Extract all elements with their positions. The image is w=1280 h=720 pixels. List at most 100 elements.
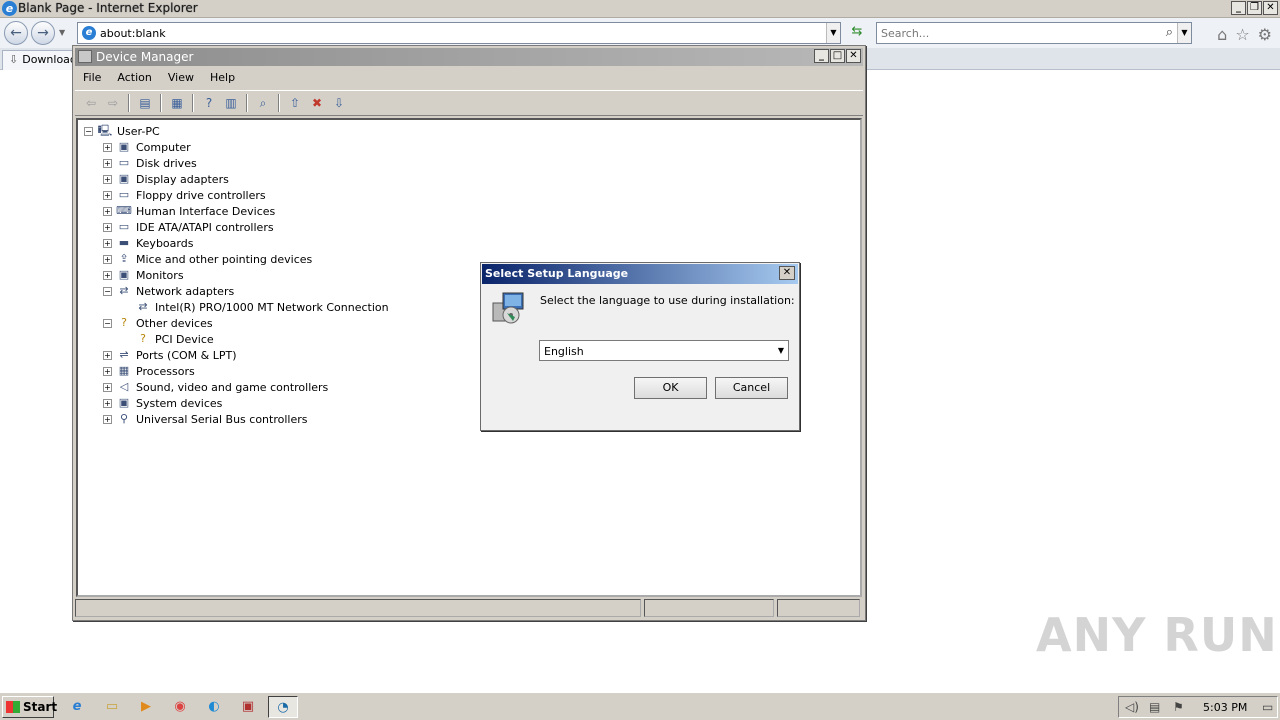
volume-icon[interactable]: ◁) (1125, 700, 1139, 714)
tree-node[interactable]: + ▣ Display adapters (103, 171, 229, 187)
tree-node[interactable]: + ◁ Sound, video and game controllers (103, 379, 328, 395)
ok-button[interactable]: OK (634, 377, 707, 399)
expand-icon[interactable]: + (103, 158, 112, 168)
restore-button[interactable]: ❐ (1247, 1, 1262, 15)
media-player-icon[interactable]: ▶ (131, 696, 161, 718)
tab-label: Download (22, 53, 77, 66)
clock[interactable]: 5:03 PM (1203, 701, 1247, 714)
minimize-button[interactable]: _ (1231, 1, 1246, 15)
tree-node-label: Universal Serial Bus controllers (136, 412, 308, 426)
menu-action[interactable]: Action (109, 68, 159, 88)
language-select[interactable]: English ▼ (539, 340, 789, 361)
search-box[interactable]: Search... ⌕ ▼ (876, 22, 1192, 44)
expand-icon[interactable]: + (103, 222, 112, 232)
tree-node[interactable]: −? Other devices (103, 315, 213, 331)
expand-icon[interactable]: + (103, 238, 112, 248)
dialog-title-bar: Select Setup Language ✕ (482, 264, 798, 284)
tree-node[interactable]: + ▦ Processors (103, 363, 195, 379)
tree-node[interactable]: + ▭ Floppy drive controllers (103, 187, 266, 203)
action-center-flag-icon[interactable]: ⚑ (1173, 700, 1184, 714)
chevron-down-icon[interactable]: ▼ (778, 346, 784, 355)
tab-download[interactable]: ⇩ Download (2, 50, 82, 70)
tree-node[interactable]: + ⇌ Ports (COM & LPT) (103, 347, 237, 363)
installer-icon (492, 292, 524, 324)
setup-taskbar-icon[interactable]: ◔ (268, 696, 298, 718)
dm-close-button[interactable]: ✕ (846, 49, 861, 63)
tree-node[interactable]: − 🖳 User-PC (84, 123, 160, 139)
device-manager-taskbar-icon[interactable]: ▣ (233, 696, 263, 718)
cancel-button[interactable]: Cancel (715, 377, 788, 399)
help-icon[interactable]: ? (199, 93, 219, 113)
language-select-value: English (544, 345, 584, 358)
show-desktop-icon[interactable]: ▭ (1262, 700, 1273, 714)
tree-node[interactable]: ⇄ Intel(R) PRO/1000 MT Network Connection (122, 299, 388, 315)
search-dropdown-icon[interactable]: ▼ (1177, 23, 1191, 43)
menu-view[interactable]: View (160, 68, 202, 88)
action-pane-icon[interactable]: ▥ (221, 93, 241, 113)
expand-icon[interactable]: + (103, 206, 112, 216)
tree-node[interactable]: ? PCI Device (122, 331, 214, 347)
favorites-star-icon[interactable]: ☆ (1235, 25, 1249, 44)
device-category-icon: ▣ (118, 268, 130, 281)
show-hide-console-tree-icon[interactable]: ▤ (135, 93, 155, 113)
close-button[interactable]: ✕ (1263, 1, 1278, 15)
start-button[interactable]: Start (2, 696, 57, 718)
download-icon: ⇩ (9, 53, 19, 66)
scan-hardware-icon[interactable]: ⌕ (253, 93, 273, 113)
forward-icon[interactable]: ⇨ (103, 93, 123, 113)
tree-node[interactable]: + ▭ IDE ATA/ATAPI controllers (103, 219, 274, 235)
expand-icon[interactable]: + (103, 350, 112, 360)
dm-maximize-button[interactable]: □ (830, 49, 845, 63)
tree-node-label: IDE ATA/ATAPI controllers (136, 220, 274, 234)
home-icon[interactable]: ⌂ (1217, 25, 1227, 44)
forward-arrow-icon[interactable]: → (31, 21, 55, 45)
network-icon[interactable]: ▤ (1149, 700, 1160, 714)
tree-node[interactable]: + ▬ Keyboards (103, 235, 193, 251)
tree-node[interactable]: + ⚲ Universal Serial Bus controllers (103, 411, 307, 427)
expand-icon[interactable]: + (103, 366, 112, 376)
dm-minimize-button[interactable]: _ (814, 49, 829, 63)
tree-node[interactable]: + ▣ Monitors (103, 267, 184, 283)
refresh-icon[interactable]: ⇆ (848, 24, 866, 42)
tree-node-label: Computer (136, 140, 191, 154)
chrome-icon[interactable]: ◉ (165, 696, 195, 718)
device-category-icon: ▬ (118, 236, 130, 249)
expand-icon[interactable]: + (103, 190, 112, 200)
history-dropdown-icon[interactable]: ▼ (59, 28, 65, 37)
collapse-icon[interactable]: − (103, 286, 112, 296)
expand-icon[interactable]: + (103, 142, 112, 152)
tree-node[interactable]: + ▭ Disk drives (103, 155, 197, 171)
back-icon[interactable]: ⇦ (81, 93, 101, 113)
edge-icon[interactable]: ◐ (199, 696, 229, 718)
tree-node[interactable]: + ⌨ Human Interface Devices (103, 203, 275, 219)
collapse-icon[interactable]: − (84, 126, 93, 136)
tree-node[interactable]: + ▣ System devices (103, 395, 222, 411)
dialog-close-button[interactable]: ✕ (779, 266, 795, 280)
device-category-icon: ⇄ (138, 300, 148, 313)
address-bar[interactable]: e about:blank ▼ (77, 22, 841, 44)
collapse-icon[interactable]: − (103, 318, 112, 328)
search-icon[interactable]: ⌕ (1166, 25, 1173, 40)
expand-icon[interactable]: + (103, 414, 112, 424)
expand-icon[interactable]: + (103, 270, 112, 280)
address-dropdown-icon[interactable]: ▼ (826, 23, 840, 43)
file-explorer-icon[interactable]: ▭ (97, 696, 127, 718)
back-arrow-icon[interactable]: ← (4, 21, 28, 45)
tree-node[interactable]: + ⇪ Mice and other pointing devices (103, 251, 312, 267)
tree-node[interactable]: + ▣ Computer (103, 139, 191, 155)
internet-explorer-icon[interactable]: e (62, 696, 92, 718)
settings-gear-icon[interactable]: ⚙ (1258, 25, 1272, 44)
expand-icon[interactable]: + (103, 174, 112, 184)
disable-device-icon[interactable]: ⇩ (329, 93, 349, 113)
device-category-icon: ▭ (118, 156, 130, 169)
menu-help[interactable]: Help (202, 68, 243, 88)
expand-icon[interactable]: + (103, 398, 112, 408)
expand-icon[interactable]: + (103, 382, 112, 392)
tree-node-label: Display adapters (136, 172, 229, 186)
properties-icon[interactable]: ▦ (167, 93, 187, 113)
update-driver-icon[interactable]: ⇧ (285, 93, 305, 113)
expand-icon[interactable]: + (103, 254, 112, 264)
uninstall-device-icon[interactable]: ✖ (307, 93, 327, 113)
menu-file[interactable]: File (75, 68, 109, 88)
tree-node[interactable]: − ⇄ Network adapters (103, 283, 234, 299)
